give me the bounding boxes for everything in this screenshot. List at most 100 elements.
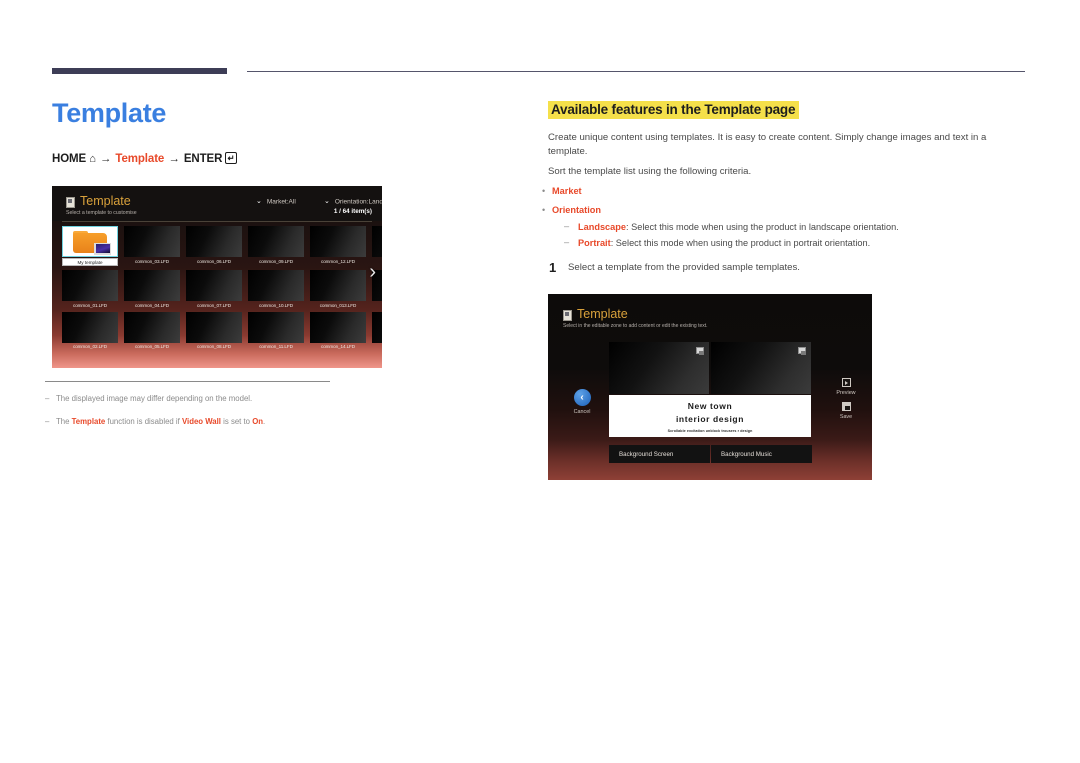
background-music-button[interactable]: Background Music: [711, 445, 812, 463]
tile-label: common_013.LFD: [319, 302, 357, 308]
preview-label: Preview: [836, 390, 856, 396]
section-paragraph-1: Create unique content using templates. I…: [548, 132, 987, 157]
tile-thumbnail: [186, 311, 242, 343]
template-tile[interactable]: common_04.LFD: [124, 270, 180, 308]
template-tile[interactable]: common_013.LFD: [310, 270, 366, 308]
tile-thumbnail: [310, 226, 366, 257]
tile-thumbnail: [124, 311, 180, 343]
note-mid: function is disabled if: [105, 417, 182, 426]
background-music-label: Background Music: [721, 450, 772, 458]
tile-thumbnail: [310, 270, 366, 301]
bullet-dot-icon: •: [542, 205, 546, 215]
tile-thumbnail: [372, 311, 382, 343]
note-dash: –: [45, 394, 50, 403]
breadcrumb-target: Template: [115, 153, 165, 165]
tile-label: common_01.LFD: [73, 302, 107, 308]
market-filter[interactable]: ⌄ Market:All: [256, 197, 296, 206]
editable-zone-right[interactable]: [711, 342, 811, 394]
tile-label: common_14.LFD: [321, 344, 355, 349]
tile-thumbnail: [248, 311, 304, 343]
home-icon: ⌂: [89, 153, 96, 165]
section-paragraph-2: Sort the template list using the followi…: [548, 166, 752, 177]
back-arrow-icon: ‹: [573, 389, 591, 406]
orientation-filter[interactable]: ⌄ Orientation:Landscape: [324, 197, 382, 206]
template-tile[interactable]: common_14.LFD: [310, 311, 366, 349]
breadcrumb: HOME ⌂ → Template → ENTER ↵: [52, 152, 238, 165]
tile-thumbnail: [124, 270, 180, 301]
template-tile[interactable]: common: [372, 226, 382, 266]
template-grid-row: common_01.LFD common_04.LFD common_07.LF…: [62, 270, 382, 308]
image-icon: [696, 347, 704, 355]
image-icon: [798, 347, 806, 355]
tile-label: common_05.LFD: [135, 344, 169, 349]
template-tile[interactable]: common_07.LFD: [186, 270, 242, 308]
bullet-dot-icon: •: [542, 186, 546, 196]
note-highlight-template: Template: [71, 417, 106, 426]
editor-subtitle: Select in the editable zone to add conte…: [563, 323, 708, 329]
template-tile[interactable]: common_01.LFD: [62, 270, 118, 308]
breadcrumb-arrow-2: →: [168, 153, 180, 165]
sub-item-portrait: – Portrait: Select this mode when using t…: [564, 237, 870, 248]
tile-label: common_08.LFD: [197, 344, 231, 349]
save-button[interactable]: Save: [830, 402, 862, 420]
enter-key-icon: ↵: [225, 152, 238, 164]
template-tile[interactable]: common_11.LFD: [248, 311, 304, 349]
note-pre: The: [56, 417, 72, 426]
template-icon: [563, 310, 572, 321]
cancel-button[interactable]: ‹ Cancel: [564, 389, 600, 415]
tile-thumbnail: [186, 270, 242, 301]
text-line-2: interior design: [675, 414, 745, 424]
list-title: Template: [80, 194, 131, 208]
template-tile[interactable]: common: [372, 311, 382, 350]
template-tile-my-template[interactable]: My template: [62, 226, 118, 266]
note-highlight-on: On: [252, 417, 264, 426]
template-tile[interactable]: common_03.LFD: [124, 226, 180, 266]
next-page-arrow-icon[interactable]: ›: [369, 262, 376, 282]
template-tile[interactable]: common_09.LFD: [248, 226, 304, 266]
header-rule-left: [52, 68, 227, 74]
background-screen-button[interactable]: Background Screen: [609, 445, 710, 463]
template-tile[interactable]: common_02.LFD: [62, 311, 118, 349]
bullet-orientation: • Orientation: [542, 205, 601, 215]
folder-icon: [73, 230, 111, 255]
cancel-label: Cancel: [573, 409, 591, 415]
sub-dash-icon: –: [564, 221, 570, 231]
tile-label: common_03.LFD: [135, 258, 169, 264]
note-dash: –: [45, 417, 50, 426]
tile-thumbnail: [62, 270, 118, 301]
template-tile[interactable]: common_12.LFD: [310, 226, 366, 266]
tile-label: common_10.LFD: [259, 302, 293, 308]
tile-label: common_12.LFD: [321, 258, 355, 264]
template-tile[interactable]: common_06.LFD: [186, 226, 242, 266]
tile-label: common_07.LFD: [197, 302, 231, 308]
editable-zone-left[interactable]: [609, 342, 709, 394]
note-highlight-videowall: Video Wall: [181, 417, 221, 426]
step-number: 1: [549, 260, 557, 275]
bullet-label: Market: [552, 186, 582, 196]
tile-thumbnail: [372, 226, 382, 257]
tile-label: common_09.LFD: [259, 258, 293, 264]
section-title: Available features in the Template page: [548, 101, 800, 119]
chevron-down-icon: ⌄: [324, 198, 330, 205]
tile-thumbnail: [248, 226, 304, 257]
sub-item-text: : Select this mode when using the produc…: [626, 222, 899, 232]
editable-text-panel[interactable]: New town interior design Scrollable exci…: [609, 395, 811, 437]
template-tile[interactable]: common_05.LFD: [124, 311, 180, 349]
template-tile[interactable]: common_10.LFD: [248, 270, 304, 308]
note-display-image: – The displayed image may differ dependin…: [45, 394, 252, 403]
sub-item-term: Landscape: [578, 222, 626, 232]
editor-title: Template: [577, 307, 628, 321]
background-screen-label: Background Screen: [619, 450, 674, 458]
template-grid: My template common_03.LFD common_06.LFD …: [62, 226, 382, 353]
text-line-3: Scrollable excitation unblock trousers r…: [667, 429, 753, 433]
tile-label: common_04.LFD: [135, 302, 169, 308]
tile-thumbnail: [310, 311, 366, 343]
breadcrumb-enter: ENTER: [183, 153, 223, 165]
item-count: 1 / 64 item(s): [333, 208, 372, 215]
note-end: .: [263, 417, 266, 426]
breadcrumb-home: HOME: [52, 153, 87, 165]
tile-thumbnail: [62, 311, 118, 343]
preview-button[interactable]: Preview: [830, 378, 862, 396]
template-tile[interactable]: common_08.LFD: [186, 311, 242, 349]
template-list-screenshot: Template Select a template to customise …: [52, 186, 382, 368]
